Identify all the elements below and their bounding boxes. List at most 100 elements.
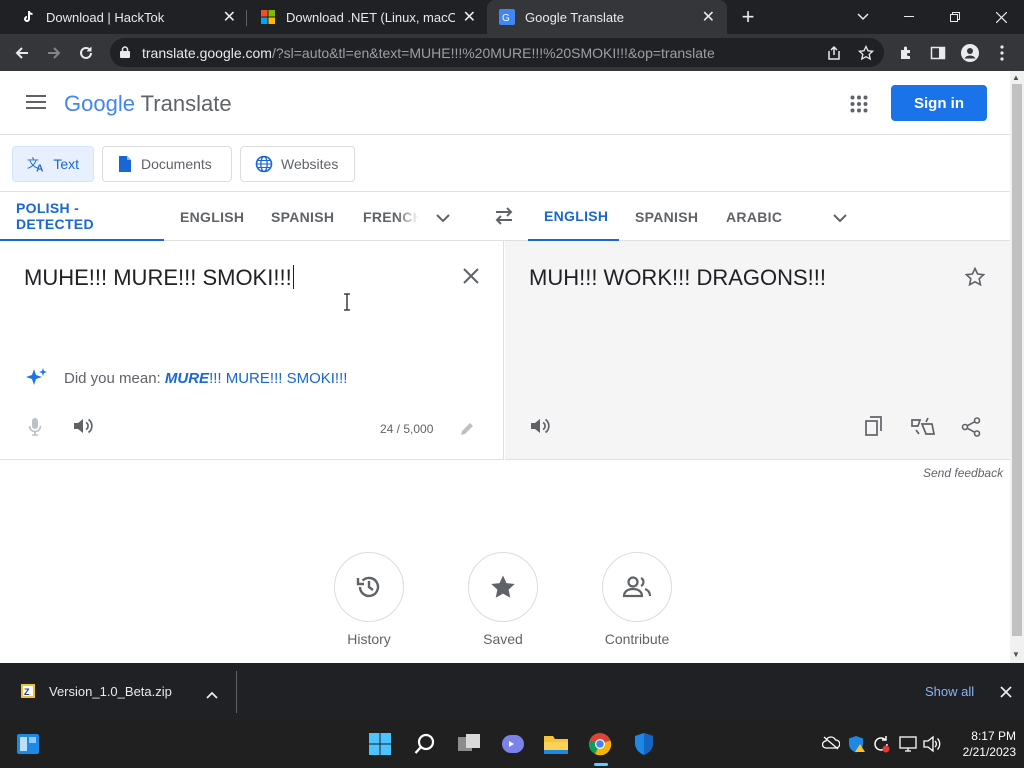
zip-file-icon: Z xyxy=(20,683,36,704)
tab-title: Download | HackTok xyxy=(46,9,165,25)
download-filename[interactable]: Version_1.0_Beta.zip xyxy=(49,684,172,699)
tab-hacktok[interactable]: Download | HackTok ✕ xyxy=(8,0,248,34)
edit-pencil-icon[interactable] xyxy=(459,421,475,442)
lock-icon[interactable] xyxy=(120,45,130,61)
close-download-bar-icon[interactable] xyxy=(1000,685,1012,703)
sign-in-button[interactable]: Sign in xyxy=(891,85,987,121)
swap-languages-icon[interactable] xyxy=(493,206,515,231)
hamburger-menu-icon[interactable] xyxy=(26,95,46,114)
scroll-up-arrow-icon[interactable]: ▲ xyxy=(1012,73,1020,82)
saved-button[interactable]: Saved xyxy=(453,552,553,647)
side-panel-icon[interactable] xyxy=(922,34,954,71)
tab-search-icon[interactable] xyxy=(840,0,886,34)
source-lang-more-chevron-icon[interactable] xyxy=(436,210,450,228)
new-tab-button[interactable]: + xyxy=(732,0,764,34)
did-you-mean-suggestion-link[interactable]: MURE!!! MURE!!! SMOKI!!! xyxy=(165,370,348,387)
translate-icon: 文A xyxy=(27,157,43,173)
microphone-icon[interactable] xyxy=(28,417,42,442)
target-lang-arabic[interactable]: ARABIC xyxy=(726,192,782,241)
address-bar[interactable]: translate.google.com/?sl=auto&tl=en&text… xyxy=(110,38,884,67)
source-lang-detected[interactable]: POLISH - DETECTED xyxy=(0,192,164,241)
apps-grid-icon[interactable] xyxy=(850,95,868,118)
url-domain: translate.google.com xyxy=(142,44,272,61)
close-tab-icon[interactable]: ✕ xyxy=(702,7,715,27)
source-lang-english[interactable]: ENGLISH xyxy=(180,192,244,241)
show-all-downloads-link[interactable]: Show all xyxy=(925,684,974,699)
profile-icon[interactable] xyxy=(954,34,986,71)
scrollbar-thumb[interactable] xyxy=(1012,84,1022,636)
target-lang-spanish[interactable]: SPANISH xyxy=(635,192,698,241)
target-lang-english[interactable]: ENGLISH xyxy=(528,192,619,241)
security-warning-icon[interactable] xyxy=(848,735,866,758)
file-explorer-icon[interactable] xyxy=(540,728,572,760)
source-text-input[interactable]: MUHE!!! MURE!!! SMOKI!!! xyxy=(24,265,294,291)
widgets-icon[interactable] xyxy=(12,728,44,760)
start-windows-icon[interactable] xyxy=(364,728,396,760)
suggestion-correction: MURE xyxy=(164,370,210,387)
onedrive-offline-icon[interactable] xyxy=(821,736,841,755)
mode-documents-button[interactable]: Documents xyxy=(102,146,232,182)
close-window-button[interactable] xyxy=(978,0,1024,34)
document-icon xyxy=(119,156,131,172)
contribute-label: Contribute xyxy=(604,631,670,647)
contribute-people-icon xyxy=(602,552,672,622)
logo-translate: Translate xyxy=(140,91,232,116)
close-tab-icon[interactable]: ✕ xyxy=(463,7,476,27)
contribute-button[interactable]: Contribute xyxy=(587,552,687,647)
task-view-icon[interactable] xyxy=(453,728,485,760)
rate-translation-icon[interactable] xyxy=(910,416,936,443)
back-icon[interactable] xyxy=(6,34,38,71)
menu-kebab-icon[interactable] xyxy=(986,34,1018,71)
app-header: Google Translate Sign in xyxy=(0,71,1010,135)
svg-text:A: A xyxy=(36,163,43,173)
teams-chat-icon[interactable] xyxy=(497,728,529,760)
minimize-button[interactable] xyxy=(886,0,932,34)
close-tab-icon[interactable]: ✕ xyxy=(223,7,236,27)
mode-text-button[interactable]: 文A Text xyxy=(12,146,94,182)
translation-panel: MUH!!! WORK!!! DRAGONS!!! xyxy=(505,241,1010,460)
page-content: Google Translate Sign in 文A Text Documen… xyxy=(0,71,1010,663)
clear-source-icon[interactable] xyxy=(462,267,480,290)
update-restart-icon[interactable] xyxy=(872,735,890,758)
windows-security-shield-icon[interactable] xyxy=(628,728,660,760)
forward-icon[interactable] xyxy=(38,34,70,71)
tab-google-translate[interactable]: G Google Translate ✕ xyxy=(487,0,727,34)
search-icon[interactable] xyxy=(409,728,441,760)
active-app-indicator xyxy=(594,763,608,766)
browser-toolbar: translate.google.com/?sl=auto&tl=en&text… xyxy=(0,34,1024,71)
sparkle-icon xyxy=(24,367,48,396)
reload-icon[interactable] xyxy=(70,34,102,71)
tab-separator xyxy=(246,10,247,26)
mode-websites-button[interactable]: Websites xyxy=(240,146,355,182)
google-translate-logo[interactable]: Google Translate xyxy=(64,91,232,117)
download-options-chevron-icon[interactable] xyxy=(206,686,218,704)
windows-taskbar: 8:17 PM 2/21/2023 xyxy=(0,720,1024,768)
tab-dotnet[interactable]: Download .NET (Linux, macOS, and Windows… xyxy=(248,0,488,34)
system-clock[interactable]: 8:17 PM 2/21/2023 xyxy=(950,728,1016,760)
bookmark-star-icon[interactable] xyxy=(850,34,882,71)
history-button[interactable]: History xyxy=(319,552,419,647)
share-page-icon[interactable] xyxy=(818,34,850,71)
listen-source-speaker-icon[interactable] xyxy=(73,417,93,440)
tab-title: Download .NET (Linux, macOS, and Windows… xyxy=(286,9,455,25)
restore-button[interactable] xyxy=(932,0,978,34)
source-text-panel: MUHE!!! MURE!!! SMOKI!!! Did you mean: M… xyxy=(0,241,504,460)
source-lang-spanish[interactable]: SPANISH xyxy=(271,192,334,241)
character-count: 24 / 5,000 xyxy=(380,422,434,436)
download-separator xyxy=(236,671,237,713)
volume-icon[interactable] xyxy=(922,735,942,758)
chrome-icon[interactable] xyxy=(584,728,616,760)
network-icon[interactable] xyxy=(899,735,917,758)
history-icon xyxy=(334,552,404,622)
extensions-icon[interactable] xyxy=(890,34,922,71)
did-you-mean-label: Did you mean: xyxy=(64,370,161,387)
listen-translation-speaker-icon[interactable] xyxy=(530,417,550,440)
save-translation-star-icon[interactable] xyxy=(964,266,986,292)
logo-google: Google xyxy=(64,91,135,116)
source-lang-french[interactable]: FRENCH xyxy=(363,192,419,241)
share-translation-icon[interactable] xyxy=(961,417,981,442)
send-feedback-link[interactable]: Send feedback xyxy=(923,466,1003,480)
scroll-down-arrow-icon[interactable]: ▼ xyxy=(1012,650,1020,659)
target-lang-more-chevron-icon[interactable] xyxy=(833,210,847,228)
copy-translation-icon[interactable] xyxy=(865,416,883,441)
